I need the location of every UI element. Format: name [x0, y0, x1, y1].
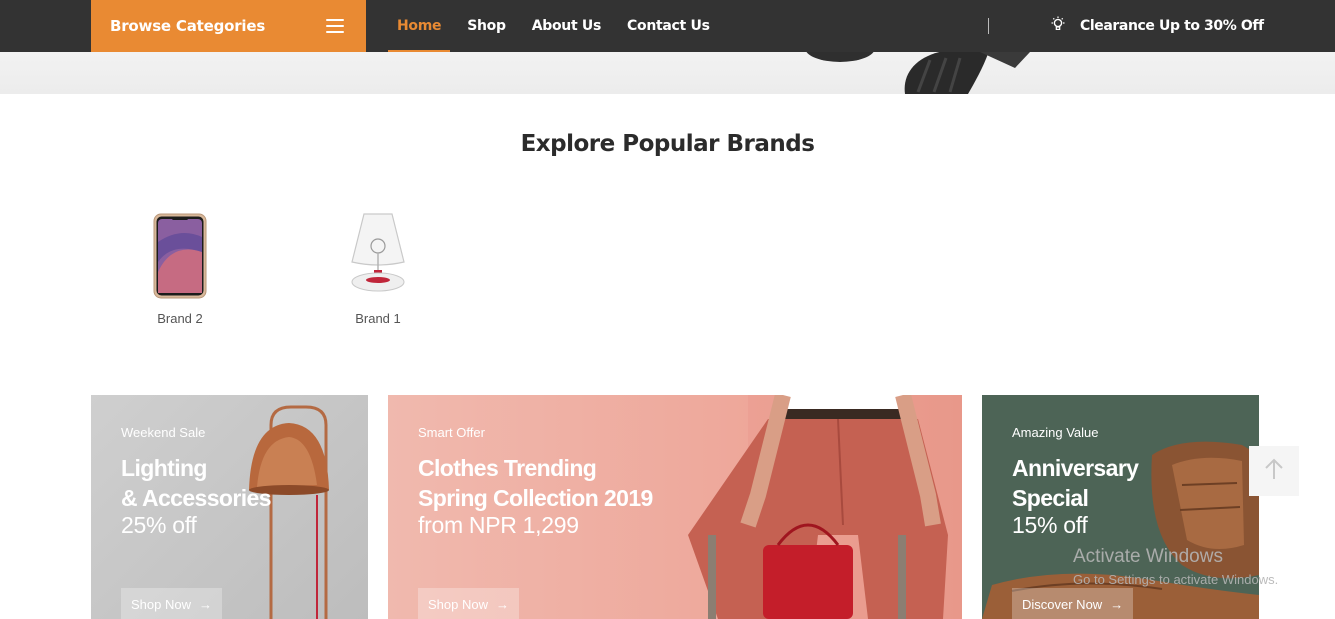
top-navbar: Browse Categories Home Shop About Us Con…	[0, 0, 1335, 52]
promo-banner-clothes[interactable]: Smart Offer Clothes Trending Spring Coll…	[388, 395, 962, 619]
browse-categories-button[interactable]: Browse Categories	[91, 0, 366, 52]
menu-item-about-us[interactable]: About Us	[523, 0, 610, 52]
menu-item-contact-us[interactable]: Contact Us	[618, 0, 719, 52]
banner-title: Clothes Trending Spring Collection 2019	[418, 453, 653, 513]
menu-item-shop[interactable]: Shop	[458, 0, 515, 52]
banner-title: Lighting & Accessories	[121, 453, 271, 513]
banner-title-line2: Special	[1012, 485, 1089, 511]
brand-name: Brand 1	[355, 311, 401, 326]
banner-price: 15% off	[1012, 512, 1088, 538]
banner-title-line1: Clothes Trending	[418, 455, 597, 481]
back-to-top-button[interactable]	[1249, 446, 1299, 496]
browse-categories-label: Browse Categories	[110, 17, 266, 35]
button-label: Shop Now	[428, 596, 488, 612]
lamp-icon	[323, 205, 433, 300]
banner-title-line2: & Accessories	[121, 485, 271, 511]
shop-now-button[interactable]: Shop Now →	[121, 588, 222, 619]
banner-price: 25% off	[121, 512, 197, 538]
brands-section-title: Explore Popular Brands	[520, 131, 815, 157]
brand-card[interactable]: Brand 1	[323, 205, 433, 326]
arrow-right-icon: →	[1110, 596, 1124, 612]
banner-kicker: Amazing Value	[1012, 425, 1099, 440]
button-label: Discover Now	[1022, 596, 1103, 612]
banner-title-line2: Spring Collection 2019	[418, 485, 653, 511]
banner-kicker: Weekend Sale	[121, 425, 206, 440]
hero-banner-image	[0, 52, 1335, 94]
hamburger-icon	[326, 19, 344, 33]
clearance-promo-text: Clearance Up to 30% Off	[1080, 18, 1264, 34]
banner-title: Anniversary Special	[1012, 453, 1139, 513]
banner-title-line1: Lighting	[121, 455, 207, 481]
smartphone-icon	[125, 205, 235, 300]
main-menu: Home Shop About Us Contact Us	[388, 0, 727, 52]
arrow-right-icon: →	[495, 596, 509, 612]
brand-card[interactable]: Brand 2	[125, 205, 235, 326]
banner-price: from NPR 1,299	[418, 512, 579, 538]
promo-banner-anniversary[interactable]: Amazing Value Anniversary Special 15% of…	[982, 395, 1259, 619]
arrow-up-icon	[1264, 457, 1284, 485]
discover-now-button[interactable]: Discover Now →	[1012, 588, 1134, 619]
banner-title-line1: Anniversary	[1012, 455, 1139, 481]
nav-divider	[988, 18, 989, 34]
arrow-right-icon: →	[198, 596, 212, 612]
brand-name: Brand 2	[157, 311, 203, 326]
clearance-promo-link[interactable]: Clearance Up to 30% Off	[1050, 0, 1264, 52]
promo-banner-lighting[interactable]: Weekend Sale Lighting & Accessories 25% …	[91, 395, 368, 619]
shop-now-button[interactable]: Shop Now →	[418, 588, 519, 619]
banner-kicker: Smart Offer	[418, 425, 485, 440]
button-label: Shop Now	[131, 596, 191, 612]
menu-item-home[interactable]: Home	[388, 0, 451, 52]
lightbulb-icon	[1050, 16, 1066, 36]
